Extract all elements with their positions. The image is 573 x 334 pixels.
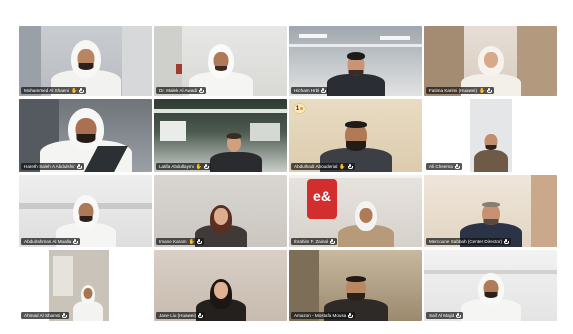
participant-tile[interactable]: Ahmad Al Shamsi: [19, 250, 152, 321]
raise-hand-icon: ✋: [339, 163, 346, 170]
participant-name-tag: Amazon - Mostafa Mousa: [291, 312, 356, 319]
participant-name-tag: Ahmad Al Shamsi: [21, 312, 70, 319]
participant-tile[interactable]: Mercoune Sabbah (Center Director): [424, 175, 557, 247]
participant-tile[interactable]: Fatima Karimi (Huawei) ✋: [424, 26, 557, 96]
mic-icon[interactable]: [348, 313, 354, 318]
participant-tile[interactable]: e& Ibrahim F. Zainal: [289, 175, 422, 247]
raise-hand-icon: ✋: [188, 238, 195, 245]
mic-icon[interactable]: [347, 164, 353, 169]
raise-hand-icon: ✋: [70, 87, 78, 94]
participant-tile[interactable]: Amazon - Mostafa Mousa: [289, 250, 422, 321]
participant-tile[interactable]: Ali Cheema: [424, 99, 557, 172]
mic-icon[interactable]: [73, 239, 79, 244]
participant-name-tag: Mohammed Al Shaeni ✋: [21, 87, 87, 94]
mic-icon[interactable]: [62, 313, 68, 318]
participant-tile[interactable]: Abdulrahman Al Mualla: [19, 175, 152, 247]
participant-name-tag: Imane Karam ✋: [156, 238, 204, 245]
participant-name-tag: Mercoune Sabbah (Center Director): [426, 238, 512, 245]
participant-tile[interactable]: Latifa Abdullaymi ✋: [154, 99, 287, 172]
participant-name-tag: Dr. Malek Al Awadi: [156, 87, 206, 94]
mic-icon[interactable]: [454, 164, 460, 169]
participant-tile[interactable]: Imane Karam ✋: [154, 175, 287, 247]
mic-icon[interactable]: [329, 239, 335, 244]
participant-name-tag: Latifa Abdullaymi ✋: [156, 163, 211, 170]
participant-tile[interactable]: Mohammed Al Shaeni ✋: [19, 26, 152, 96]
mic-icon[interactable]: [79, 88, 85, 93]
participant-tile[interactable]: Dr. Malek Al Awadi: [154, 26, 287, 96]
gallery-grid: Mohammed Al Shaeni ✋ Dr. Malek Al Awadi …: [19, 26, 557, 321]
mic-icon[interactable]: [76, 164, 82, 169]
raise-hand-icon: ✋: [195, 163, 202, 170]
participant-name-tag: Jane Liu (Huawei): [156, 312, 206, 319]
e-and-logo: e&: [313, 188, 331, 204]
mic-icon[interactable]: [196, 239, 202, 244]
participant-tile[interactable]: Hareth Saleh A Abdulshir: [19, 99, 152, 172]
participant-tile[interactable]: Jane Liu (Huawei): [154, 250, 287, 321]
mic-icon[interactable]: [203, 164, 209, 169]
participant-name-tag: Hicham Hrbl: [291, 87, 329, 94]
participant-tile[interactable]: Hicham Hrbl: [289, 26, 422, 96]
reaction-badge: 1: [294, 104, 305, 113]
active-speaker-tile[interactable]: 1 Abdulhadi Abouderial ✋: [289, 99, 422, 172]
participant-name-tag: Ibrahim F. Zainal: [291, 238, 337, 245]
mic-icon[interactable]: [504, 239, 510, 244]
mic-icon[interactable]: [198, 313, 204, 318]
mic-icon[interactable]: [487, 88, 493, 93]
raise-hand-icon: ✋: [479, 87, 486, 94]
participant-name-tag: Ali Cheema: [426, 163, 462, 170]
mic-icon[interactable]: [198, 88, 204, 93]
mic-icon[interactable]: [321, 88, 327, 93]
participant-name-tag: Saif Al Majid: [426, 312, 464, 319]
participant-tile[interactable]: Saif Al Majid: [424, 250, 557, 321]
participant-name-tag: Abdulrahman Al Mualla: [21, 238, 81, 245]
participant-name-tag: Hareth Saleh A Abdulshir: [21, 163, 84, 170]
mic-icon[interactable]: [456, 313, 462, 318]
reaction-emoji-icon: [300, 107, 304, 110]
participant-name-tag: Fatima Karimi (Huawei) ✋: [426, 87, 495, 94]
participant-name-tag: Abdulhadi Abouderial ✋: [291, 163, 355, 170]
